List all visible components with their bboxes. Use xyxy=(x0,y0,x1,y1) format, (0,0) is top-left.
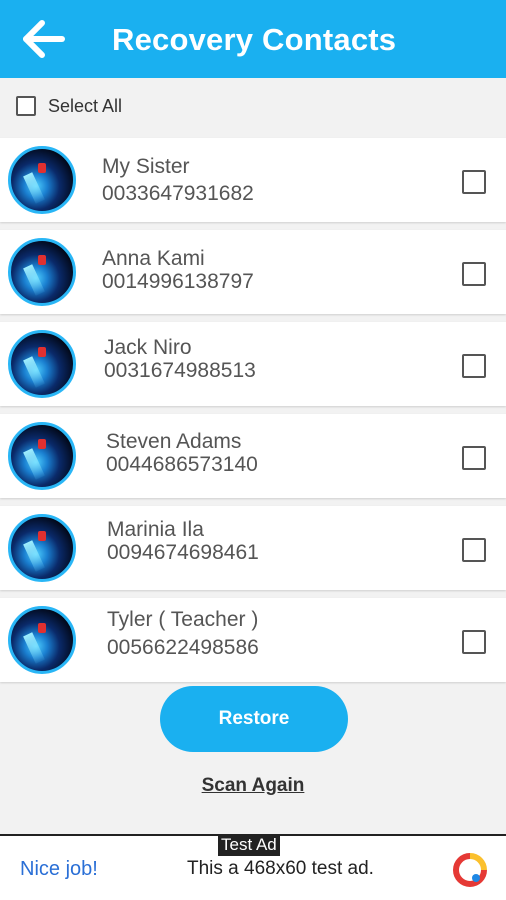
avatar xyxy=(8,606,76,674)
contact-phone: 0033647931682 xyxy=(102,182,254,205)
select-all-row[interactable]: Select All xyxy=(0,78,506,134)
contact-name: Jack Niro xyxy=(104,336,192,359)
list-item[interactable]: Tyler ( Teacher ) 0056622498586 xyxy=(0,598,506,682)
contact-checkbox[interactable] xyxy=(462,170,486,194)
contact-checkbox[interactable] xyxy=(462,262,486,286)
ad-logo-icon xyxy=(453,853,487,887)
ad-left-text: Nice job! xyxy=(20,858,98,880)
select-all-checkbox[interactable] xyxy=(16,96,36,116)
contact-phone: 0031674988513 xyxy=(104,359,256,382)
contact-checkbox[interactable] xyxy=(462,446,486,470)
contact-phone: 0014996138797 xyxy=(102,270,254,293)
contact-name: Anna Kami xyxy=(102,247,205,270)
list-item[interactable]: My Sister 0033647931682 xyxy=(0,138,506,222)
avatar xyxy=(8,238,76,306)
back-button[interactable] xyxy=(18,16,68,62)
list-item[interactable]: Jack Niro 0031674988513 xyxy=(0,322,506,406)
app-bar: Recovery Contacts xyxy=(0,0,506,78)
contact-phone: 0094674698461 xyxy=(107,541,259,564)
contact-name: Marinia Ila xyxy=(107,518,204,541)
avatar xyxy=(8,422,76,490)
list-item[interactable]: Anna Kami 0014996138797 xyxy=(0,230,506,314)
ad-tag: Test Ad xyxy=(218,834,280,856)
list-item[interactable]: Steven Adams 0044686573140 xyxy=(0,414,506,498)
list-item[interactable]: Marinia Ila 0094674698461 xyxy=(0,506,506,590)
contact-phone: 0056622498586 xyxy=(107,636,259,659)
contact-checkbox[interactable] xyxy=(462,354,486,378)
contact-checkbox[interactable] xyxy=(462,630,486,654)
restore-button[interactable]: Restore xyxy=(160,686,348,752)
scan-again-link[interactable]: Scan Again xyxy=(0,775,506,797)
select-all-label: Select All xyxy=(48,95,123,116)
avatar xyxy=(8,330,76,398)
contact-phone: 0044686573140 xyxy=(106,453,258,476)
contact-name: My Sister xyxy=(102,155,190,178)
contact-name: Steven Adams xyxy=(106,430,242,453)
ad-banner[interactable]: Test Ad Nice job! This a 468x60 test ad. xyxy=(0,834,506,900)
page-title: Recovery Contacts xyxy=(112,22,397,57)
contact-name: Tyler ( Teacher ) xyxy=(107,608,259,631)
ad-text: This a 468x60 test ad. xyxy=(187,858,374,879)
avatar xyxy=(8,514,76,582)
arrow-left-icon xyxy=(23,20,65,58)
avatar xyxy=(8,146,76,214)
contact-checkbox[interactable] xyxy=(462,538,486,562)
